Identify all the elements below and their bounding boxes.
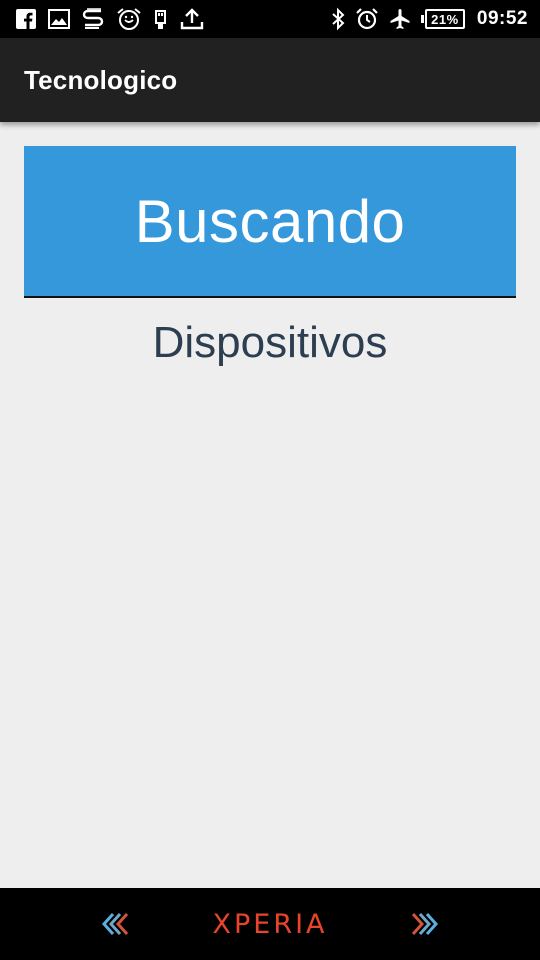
forward-chevrons-icon[interactable] bbox=[404, 909, 440, 939]
alarm-clock-icon bbox=[116, 7, 142, 31]
brand-logo: XPERIA bbox=[212, 908, 328, 940]
battery-tip bbox=[420, 15, 424, 23]
system-icons: 21% 09:52 bbox=[330, 0, 528, 38]
status-bar: 21% 09:52 bbox=[0, 0, 540, 38]
upload-icon bbox=[180, 7, 204, 31]
navigation-bar: XPERIA bbox=[0, 888, 540, 960]
airplane-icon bbox=[388, 7, 412, 31]
battery-indicator: 21% bbox=[420, 9, 465, 29]
usb-icon bbox=[154, 7, 168, 31]
main-content: Buscando Dispositivos bbox=[0, 122, 540, 888]
alarm-icon bbox=[355, 7, 379, 31]
notification-icons bbox=[16, 0, 216, 38]
screen: 21% 09:52 Tecnologico Buscando Dispositi… bbox=[0, 0, 540, 960]
app-title: Tecnologico bbox=[24, 64, 178, 95]
clock: 09:52 bbox=[476, 8, 528, 29]
battery-percent: 21% bbox=[424, 9, 465, 29]
devices-label: Dispositivos bbox=[152, 318, 388, 367]
sync-app-icon bbox=[82, 7, 104, 31]
back-chevrons-icon[interactable] bbox=[100, 909, 136, 939]
search-button[interactable]: Buscando bbox=[24, 146, 516, 298]
bluetooth-icon bbox=[330, 7, 346, 31]
app-bar: Tecnologico bbox=[0, 38, 540, 122]
search-button-label: Buscando bbox=[134, 187, 406, 255]
facebook-icon bbox=[16, 7, 36, 31]
gallery-icon bbox=[48, 7, 70, 31]
